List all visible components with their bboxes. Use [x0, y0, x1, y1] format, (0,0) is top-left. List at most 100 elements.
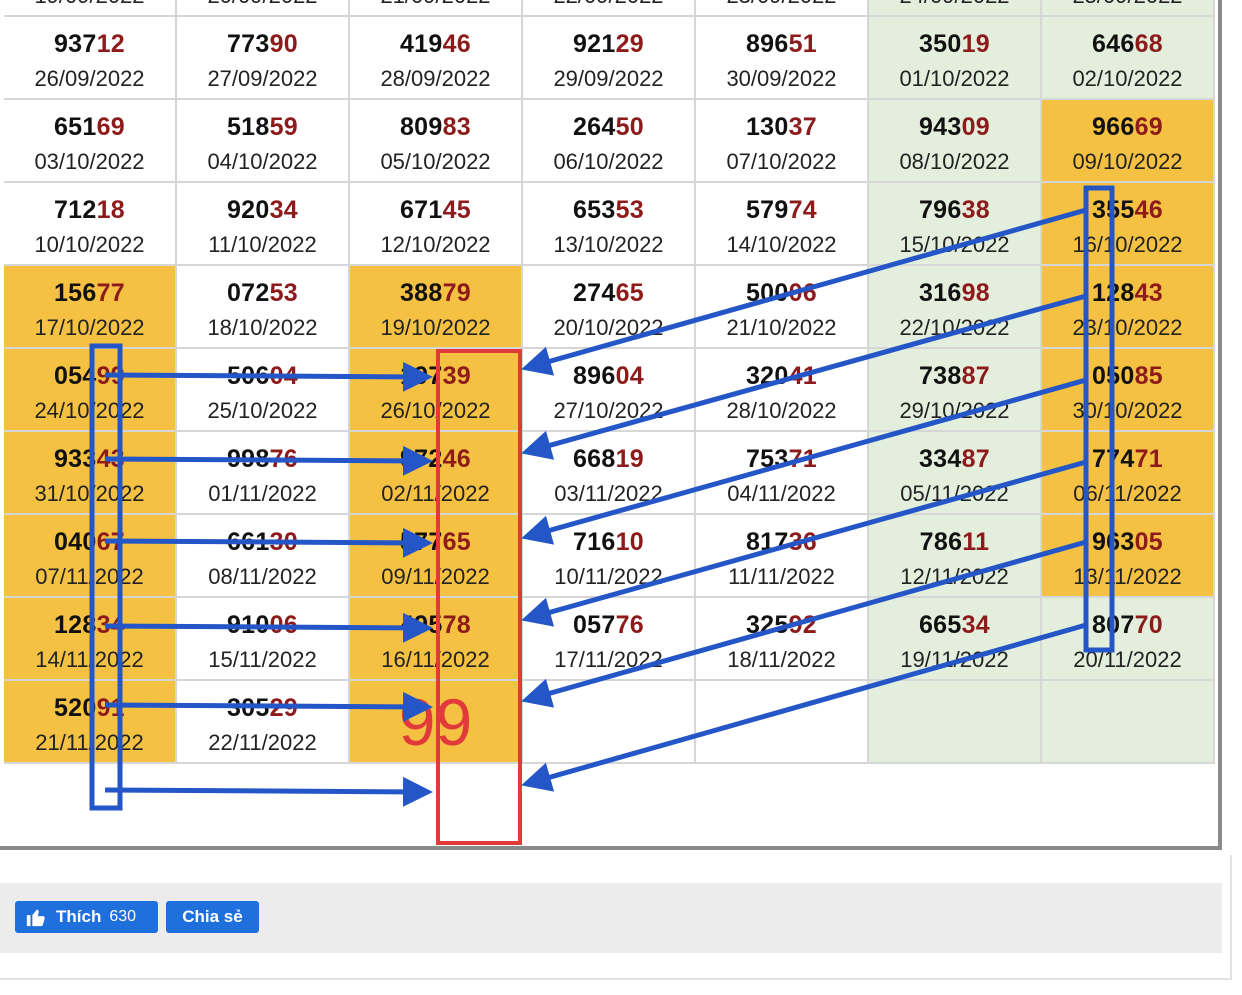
result-date: 20/10/2022: [553, 315, 664, 340]
result-number: 78611: [869, 527, 1040, 557]
number-tail: 98: [961, 279, 991, 307]
result-number: 50006: [696, 278, 867, 308]
number-tail: 11: [962, 528, 990, 556]
result-cell: 0815424/09/2022: [869, 0, 1042, 17]
number-tail: 53: [269, 279, 299, 307]
result-cell: 32592 18/11/2022: [696, 598, 869, 681]
result-cell: 91006 15/11/2022: [177, 598, 350, 681]
number-head: 972: [399, 445, 443, 473]
result-number: 80770: [1042, 610, 1213, 640]
result-date: 29/09/2022: [553, 66, 664, 91]
result-cell: 7677722/09/2022: [523, 0, 696, 17]
number-tail: 78: [442, 611, 472, 639]
number-tail: 91: [96, 694, 126, 722]
number-head: 128: [53, 611, 97, 639]
number-head: 937: [53, 30, 97, 58]
result-cell: 73887 29/10/2022: [869, 349, 1042, 432]
result-date: 26/10/2022: [380, 398, 491, 423]
result-cell: [1042, 681, 1215, 764]
result-number: 04067: [4, 527, 175, 557]
result-date: 01/11/2022: [208, 481, 317, 506]
result-date: 02/11/2022: [381, 481, 490, 506]
number-head: 264: [572, 113, 616, 141]
result-cell: 26450 06/10/2022: [523, 100, 696, 183]
result-number: 07253: [177, 278, 348, 308]
number-tail: 04: [269, 362, 299, 390]
result-date: 03/11/2022: [554, 481, 663, 506]
result-date: 02/10/2022: [1072, 66, 1183, 91]
number-tail: 77: [96, 279, 126, 307]
result-number: 51859: [177, 112, 348, 142]
result-number: 50604: [177, 361, 348, 391]
result-date: 03/10/2022: [34, 149, 145, 174]
result-number: 19739: [350, 361, 521, 391]
number-tail: 76: [269, 445, 299, 473]
number-tail: 43: [1134, 279, 1164, 307]
result-date: 08/10/2022: [899, 149, 1010, 174]
result-cell: 71218 10/10/2022: [4, 183, 177, 266]
result-number: 73887: [869, 361, 1040, 391]
number-tail: 67: [96, 528, 126, 556]
like-button[interactable]: Thích 630: [15, 901, 158, 933]
number-head: 896: [745, 30, 789, 58]
result-number: 26450: [523, 112, 694, 142]
result-cell: 66130 08/11/2022: [177, 515, 350, 598]
result-date: 04/10/2022: [207, 149, 318, 174]
result-cell: 96305 13/11/2022: [1042, 515, 1215, 598]
number-tail: 68: [1134, 30, 1164, 58]
number-tail: 19: [615, 445, 645, 473]
number-tail: 04: [615, 362, 645, 390]
result-number: 97246: [350, 444, 521, 474]
result-date: 17/11/2022: [554, 647, 663, 672]
result-cell: 93712 26/09/2022: [4, 17, 177, 100]
result-date: 30/09/2022: [726, 66, 837, 91]
result-number: 49578: [350, 610, 521, 640]
number-tail: 38: [961, 196, 991, 224]
number-head: 579: [745, 196, 789, 224]
results-grid: 6219819/09/20225022120/09/20224482321/09…: [4, 0, 1215, 764]
result-number: 66819: [523, 444, 694, 474]
result-date: 25/10/2022: [207, 398, 318, 423]
number-head: 334: [918, 445, 962, 473]
number-head: 325: [745, 611, 789, 639]
number-tail: 09: [961, 113, 991, 141]
share-button[interactable]: Chia sẻ: [166, 901, 259, 933]
result-date: 21/11/2022: [35, 730, 144, 755]
number-tail: 10: [615, 528, 645, 556]
result-number: 77390: [177, 29, 348, 59]
result-number: 12843: [1042, 278, 1213, 308]
result-date: 24/10/2022: [34, 398, 145, 423]
result-cell: 19739 26/10/2022: [350, 349, 523, 432]
result-date: 10/11/2022: [554, 564, 663, 589]
result-date: 05/11/2022: [900, 481, 1009, 506]
result-cell: 05085 30/10/2022: [1042, 349, 1215, 432]
result-date: 26/09/2022: [34, 66, 145, 91]
number-tail: 69: [96, 113, 126, 141]
number-tail: 37: [788, 113, 818, 141]
result-date: 01/10/2022: [899, 66, 1010, 91]
number-tail: 34: [269, 196, 299, 224]
result-cell: 99: [350, 681, 523, 764]
number-head: 495: [399, 611, 443, 639]
result-cell: 49578 16/11/2022: [350, 598, 523, 681]
result-number: 79638: [869, 195, 1040, 225]
number-tail: 19: [961, 30, 991, 58]
result-cell: 89604 27/10/2022: [523, 349, 696, 432]
number-head: 520: [53, 694, 97, 722]
result-date: 07/11/2022: [35, 564, 144, 589]
result-number: 05776: [523, 610, 694, 640]
number-head: 350: [918, 30, 962, 58]
result-cell: 05776 17/11/2022: [523, 598, 696, 681]
number-head: 040: [53, 528, 97, 556]
result-number: 32041: [696, 361, 867, 391]
result-date: 27/09/2022: [207, 66, 318, 91]
result-date: 05/10/2022: [380, 149, 491, 174]
number-tail: 41: [788, 362, 818, 390]
social-footer: Thích 630 Chia sẻ: [0, 883, 1222, 953]
number-tail: 46: [442, 30, 472, 58]
result-date: 28/10/2022: [726, 398, 837, 423]
result-number: 52091: [4, 693, 175, 723]
number-tail: 70: [1134, 611, 1164, 639]
result-date: 19/10/2022: [380, 315, 491, 340]
result-cell: 81736 11/11/2022: [696, 515, 869, 598]
